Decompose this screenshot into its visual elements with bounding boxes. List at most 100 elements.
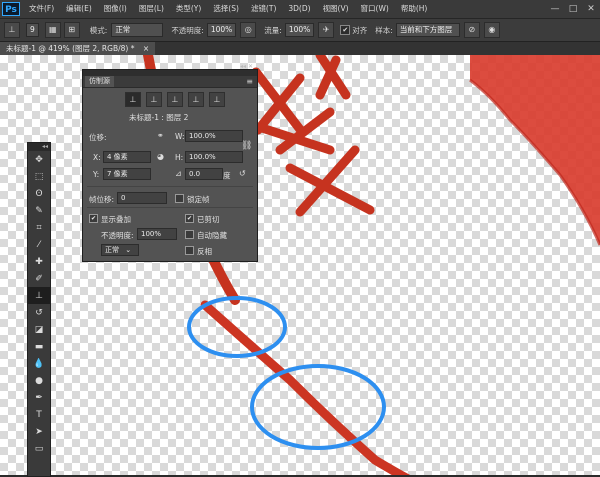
constrain-link-icon[interactable]: ⛓ xyxy=(241,141,252,151)
show-overlay-checkbox[interactable]: ✔ xyxy=(89,214,98,223)
auto-hide-label: 自动隐藏 xyxy=(197,231,227,240)
reset-icon[interactable]: ↺ xyxy=(239,169,246,178)
clone-stamp-tool-icon[interactable]: ⊥ xyxy=(28,287,50,304)
flow-label: 流量: xyxy=(264,25,282,35)
x-label: X: xyxy=(93,153,101,162)
angle-icon: ⊿ xyxy=(175,169,182,178)
pressure-opacity-icon[interactable]: ◎ xyxy=(240,22,257,38)
marquee-tool-icon[interactable]: ⬚ xyxy=(28,168,50,185)
quick-select-tool-icon[interactable]: ✎ xyxy=(28,202,50,219)
brush-panel-icon[interactable]: ▦ xyxy=(44,22,61,38)
overlay-blend-select[interactable]: 正常 ⌄ xyxy=(101,244,139,256)
airbrush-icon[interactable]: ✈ xyxy=(318,22,335,38)
lock-frame-label: 锁定帧 xyxy=(187,195,210,204)
tools-panel-collapse-icon[interactable]: ◂◂ xyxy=(28,143,50,151)
ignore-adjustment-icon[interactable]: ⊘ xyxy=(463,22,480,38)
eraser-tool-icon[interactable]: ◪ xyxy=(28,321,50,338)
highlight-circle-1 xyxy=(187,296,287,358)
h-label: H: xyxy=(175,153,184,162)
tab-clone-source[interactable]: 仿制源 xyxy=(85,76,114,87)
close-window-button[interactable]: ✕ xyxy=(582,0,600,18)
maximize-button[interactable]: □ xyxy=(564,0,582,18)
menu-item[interactable]: 图层(L) xyxy=(133,0,170,18)
clone-panel-toggle-icon[interactable]: ⊞ xyxy=(63,22,80,38)
link-icon[interactable]: ⚭ xyxy=(157,131,164,140)
sample-label: 样本: xyxy=(375,25,393,35)
invert-checkbox[interactable] xyxy=(185,246,194,255)
menu-item[interactable]: 帮助(H) xyxy=(395,0,434,18)
chevron-down-icon: ⌄ xyxy=(125,246,132,254)
angle-unit: 度 xyxy=(223,171,231,180)
angle-input[interactable]: 0.0 xyxy=(185,168,223,180)
dodge-tool-icon[interactable]: ● xyxy=(28,372,50,389)
menu-item[interactable]: 视图(V) xyxy=(317,0,355,18)
width-input[interactable]: 100.0% xyxy=(185,130,243,142)
invert-label: 反相 xyxy=(197,247,212,256)
overlay-opacity-label: 不透明度: xyxy=(101,231,134,240)
history-brush-tool-icon[interactable]: ↺ xyxy=(28,304,50,321)
clone-source-1-icon[interactable]: ⊥ xyxy=(125,92,141,107)
opacity-label: 不透明度: xyxy=(171,25,204,35)
clone-source-2-icon[interactable]: ⊥ xyxy=(146,92,162,107)
move-tool-icon[interactable]: ✥ xyxy=(28,151,50,168)
path-select-tool-icon[interactable]: ➤ xyxy=(28,423,50,440)
blur-tool-icon[interactable]: 💧 xyxy=(28,355,50,372)
menu-item[interactable]: 滤镜(T) xyxy=(245,0,282,18)
menu-item[interactable]: 文件(F) xyxy=(23,0,60,18)
show-overlay-label: 显示叠加 xyxy=(101,215,131,224)
panel-menu-icon[interactable]: ≡ xyxy=(246,76,253,87)
healing-brush-tool-icon[interactable]: ✚ xyxy=(28,253,50,270)
menu-item[interactable]: 编辑(E) xyxy=(60,0,98,18)
gradient-tool-icon[interactable]: ▬ xyxy=(28,338,50,355)
shape-tool-icon[interactable]: ▭ xyxy=(28,440,50,457)
pressure-size-icon[interactable]: ◉ xyxy=(483,22,500,38)
clone-source-5-icon[interactable]: ⊥ xyxy=(209,92,225,107)
clone-source-4-icon[interactable]: ⊥ xyxy=(188,92,204,107)
menu-item[interactable]: 窗口(W) xyxy=(355,0,395,18)
menu-item[interactable]: 图像(I) xyxy=(98,0,133,18)
tools-panel: ◂◂ ✥ ⬚ ʘ ✎ ⌗ ⁄ ✚ ✐ ⊥ ↺ ◪ ▬ 💧 ● ✒ T ➤ ▭ xyxy=(27,142,51,477)
divider xyxy=(87,186,253,187)
crop-tool-icon[interactable]: ⌗ xyxy=(28,219,50,236)
flow-input[interactable]: 100% xyxy=(284,23,315,37)
options-bar: ⊥ 9 ▦ ⊞ 模式: 正常 不透明度: 100% ◎ 流量: 100% ✈ ✔… xyxy=(0,19,600,42)
pen-tool-icon[interactable]: ✒ xyxy=(28,389,50,406)
brush-tool-icon[interactable]: ✐ xyxy=(28,270,50,287)
height-input[interactable]: 100.0% xyxy=(185,151,243,163)
reset-transform-icon[interactable]: ◕ xyxy=(157,152,164,161)
type-tool-icon[interactable]: T xyxy=(28,406,50,423)
panel-close-icon[interactable]: ◂◂ ✕ xyxy=(240,64,253,70)
red-x-marks xyxy=(251,55,375,217)
mode-select[interactable]: 正常 xyxy=(111,23,164,37)
aligned-checkbox[interactable]: ✔ xyxy=(340,25,351,35)
minimize-button[interactable]: — xyxy=(546,0,564,18)
lasso-tool-icon[interactable]: ʘ xyxy=(28,185,50,202)
clone-source-panel: ◂◂ ✕ 仿制源 ≡ ⊥ ⊥ ⊥ ⊥ ⊥ 未标题-1 : 图层 2 位移: ⚭ … xyxy=(82,64,258,262)
overlay-opacity-input[interactable]: 100% xyxy=(137,228,177,240)
sample-select[interactable]: 当前和下方图层 xyxy=(395,23,460,37)
close-tab-icon[interactable]: × xyxy=(143,44,149,53)
auto-hide-checkbox[interactable] xyxy=(185,230,194,239)
opacity-input[interactable]: 100% xyxy=(206,23,237,37)
brush-size-picker[interactable]: 9 xyxy=(26,23,39,37)
overlay-blend-value: 正常 xyxy=(105,246,119,254)
y-input[interactable]: 7 像素 xyxy=(103,168,151,180)
eyedropper-tool-icon[interactable]: ⁄ xyxy=(28,236,50,253)
clone-source-3-icon[interactable]: ⊥ xyxy=(167,92,183,107)
brush-size-value[interactable]: 9 xyxy=(26,23,39,37)
y-label: Y: xyxy=(93,170,100,179)
w-label: W: xyxy=(175,132,185,141)
frame-offset-input[interactable]: 0 xyxy=(117,192,167,204)
menu-item[interactable]: 选择(S) xyxy=(207,0,245,18)
x-input[interactable]: 4 像素 xyxy=(103,151,151,163)
menu-item[interactable]: 类型(Y) xyxy=(170,0,207,18)
tool-preset-icon[interactable]: ⊥ xyxy=(4,22,20,38)
document-tab[interactable]: 未标题-1 @ 419% (图层 2, RGB/8) * × xyxy=(0,42,156,55)
lock-frame-checkbox[interactable] xyxy=(175,194,184,203)
photoshop-logo: Ps xyxy=(2,2,20,16)
menu-item[interactable]: 3D(D) xyxy=(282,0,316,18)
aligned-label: 对齐 xyxy=(352,25,368,35)
clipped-checkbox[interactable]: ✔ xyxy=(185,214,194,223)
source-name: 未标题-1 : 图层 2 xyxy=(129,113,189,122)
document-tab-title: 未标题-1 @ 419% (图层 2, RGB/8) * xyxy=(6,44,135,53)
